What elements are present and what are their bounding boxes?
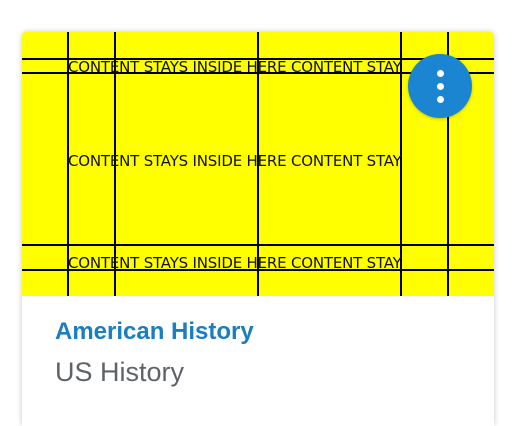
course-subtitle: US History	[55, 357, 185, 387]
course-card[interactable]: CONTENT STAYS INSIDE HERE CONTENT STAY C…	[22, 32, 494, 426]
card-options-button[interactable]	[408, 54, 472, 118]
course-title-link[interactable]: American History	[55, 318, 254, 346]
guide-text: CONTENT STAYS INSIDE HERE CONTENT STAY	[68, 152, 402, 170]
guide-text: CONTENT STAYS INSIDE HERE CONTENT STAY	[68, 254, 402, 272]
guide-text: CONTENT STAYS INSIDE HERE CONTENT STAY	[68, 58, 402, 76]
course-card-image: CONTENT STAYS INSIDE HERE CONTENT STAY C…	[22, 32, 494, 296]
course-card-body: American History US History	[22, 296, 494, 426]
